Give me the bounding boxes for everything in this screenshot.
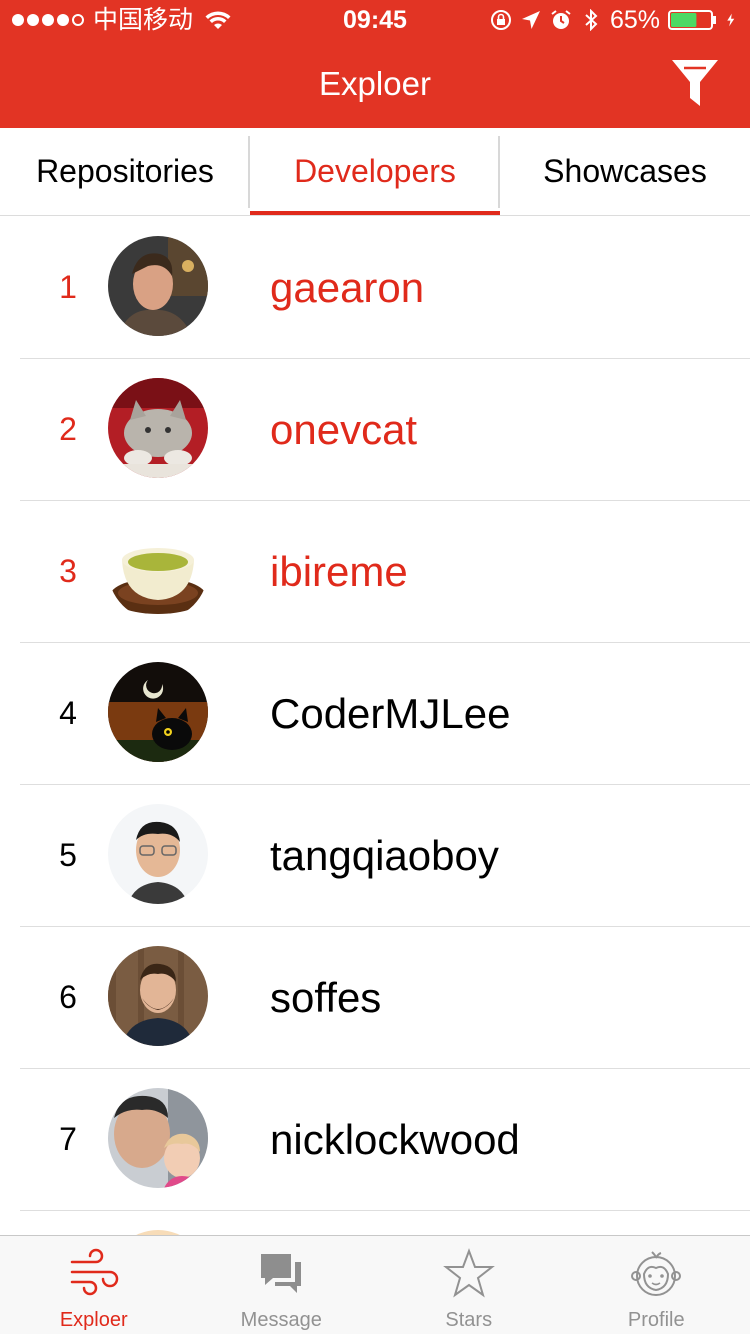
list-item[interactable]: 4 CoderMJLee	[0, 643, 750, 785]
tab-showcases[interactable]: Showcases	[500, 128, 750, 215]
avatar[interactable]	[108, 662, 208, 762]
charging-bolt-icon	[727, 13, 735, 27]
battery-percent: 65%	[609, 6, 660, 34]
tabbar-item-profile[interactable]: Profile	[563, 1236, 750, 1334]
avatar[interactable]	[108, 236, 208, 336]
rank-number: 6	[59, 979, 77, 1015]
bottom-tab-bar: Exploer Message Stars Profile	[0, 1235, 750, 1334]
battery-icon	[668, 10, 716, 30]
developer-name: gaearon	[270, 264, 425, 311]
tabbar-label: Profile	[627, 1309, 685, 1331]
tab-repositories[interactable]: Repositories	[0, 128, 250, 215]
list-item[interactable]: 2 onevcat	[0, 359, 750, 501]
filter-icon	[672, 60, 718, 106]
tab-label: Repositories	[36, 153, 214, 189]
avatar-image	[108, 804, 208, 904]
rank-number: 3	[59, 553, 77, 589]
list-item[interactable]: 5 tangqiaoboy	[0, 785, 750, 927]
avatar-image	[108, 520, 208, 620]
avatar[interactable]	[108, 1088, 208, 1188]
list-item[interactable]	[0, 1211, 750, 1235]
list-item[interactable]: 6 soffes	[0, 927, 750, 1069]
filter-button[interactable]	[670, 56, 720, 110]
avatar[interactable]	[108, 378, 208, 478]
developer-name: nicklockwood	[270, 1116, 520, 1163]
tab-label: Developers	[294, 153, 456, 189]
developer-name: tangqiaoboy	[270, 832, 499, 879]
alarm-icon	[551, 10, 571, 29]
avatar[interactable]	[108, 520, 208, 620]
status-bar: 中国移动 09:45 65%	[0, 0, 750, 40]
developer-name: CoderMJLee	[270, 690, 511, 737]
tabbar-item-message[interactable]: Message	[188, 1236, 376, 1334]
chat-bubbles-icon	[261, 1254, 302, 1293]
developer-name: soffes	[270, 974, 382, 1021]
tabbar-label: Stars	[445, 1309, 493, 1331]
nav-header: 中国移动 09:45 65% Exploer	[0, 0, 750, 128]
tab-developers[interactable]: Developers	[250, 128, 500, 215]
monkey-face-icon	[631, 1251, 682, 1296]
rank-number: 1	[59, 269, 77, 305]
tabbar-label: Message	[240, 1309, 322, 1331]
developer-name: onevcat	[270, 406, 418, 453]
list-item[interactable]: 3 ibireme	[0, 501, 750, 643]
page-title: Exploer	[319, 65, 431, 102]
avatar[interactable]	[108, 804, 208, 904]
list-item[interactable]: 7 nicklockwood	[0, 1069, 750, 1211]
avatar-image	[108, 1088, 208, 1188]
tabbar-item-exploer[interactable]: Exploer	[0, 1236, 188, 1334]
rank-number: 5	[59, 837, 77, 873]
tabbar-item-stars[interactable]: Stars	[375, 1236, 563, 1334]
developer-name: ibireme	[270, 548, 408, 595]
status-right: 65%	[490, 0, 740, 40]
developer-list[interactable]: 1 gaearon 2 onevcat 3 ibireme 4 CoderMJL…	[0, 217, 750, 1235]
rank-number: 4	[59, 695, 77, 731]
avatar-image	[108, 662, 208, 762]
bluetooth-icon	[585, 9, 598, 31]
rank-number: 2	[59, 411, 77, 447]
rank-number: 7	[59, 1121, 77, 1157]
wind-icon	[70, 1248, 118, 1296]
avatar[interactable]	[108, 946, 208, 1046]
tabbar-label: Exploer	[59, 1309, 128, 1331]
avatar-image	[108, 236, 208, 336]
location-arrow-icon	[521, 11, 540, 29]
rotation-lock-icon	[490, 10, 511, 30]
tab-label: Showcases	[543, 153, 707, 189]
list-item[interactable]: 1 gaearon	[0, 217, 750, 359]
star-icon	[442, 1248, 495, 1298]
avatar-image	[108, 946, 208, 1046]
segment-tabs: Repositories Developers Showcases	[0, 128, 750, 216]
avatar-image	[108, 378, 208, 478]
